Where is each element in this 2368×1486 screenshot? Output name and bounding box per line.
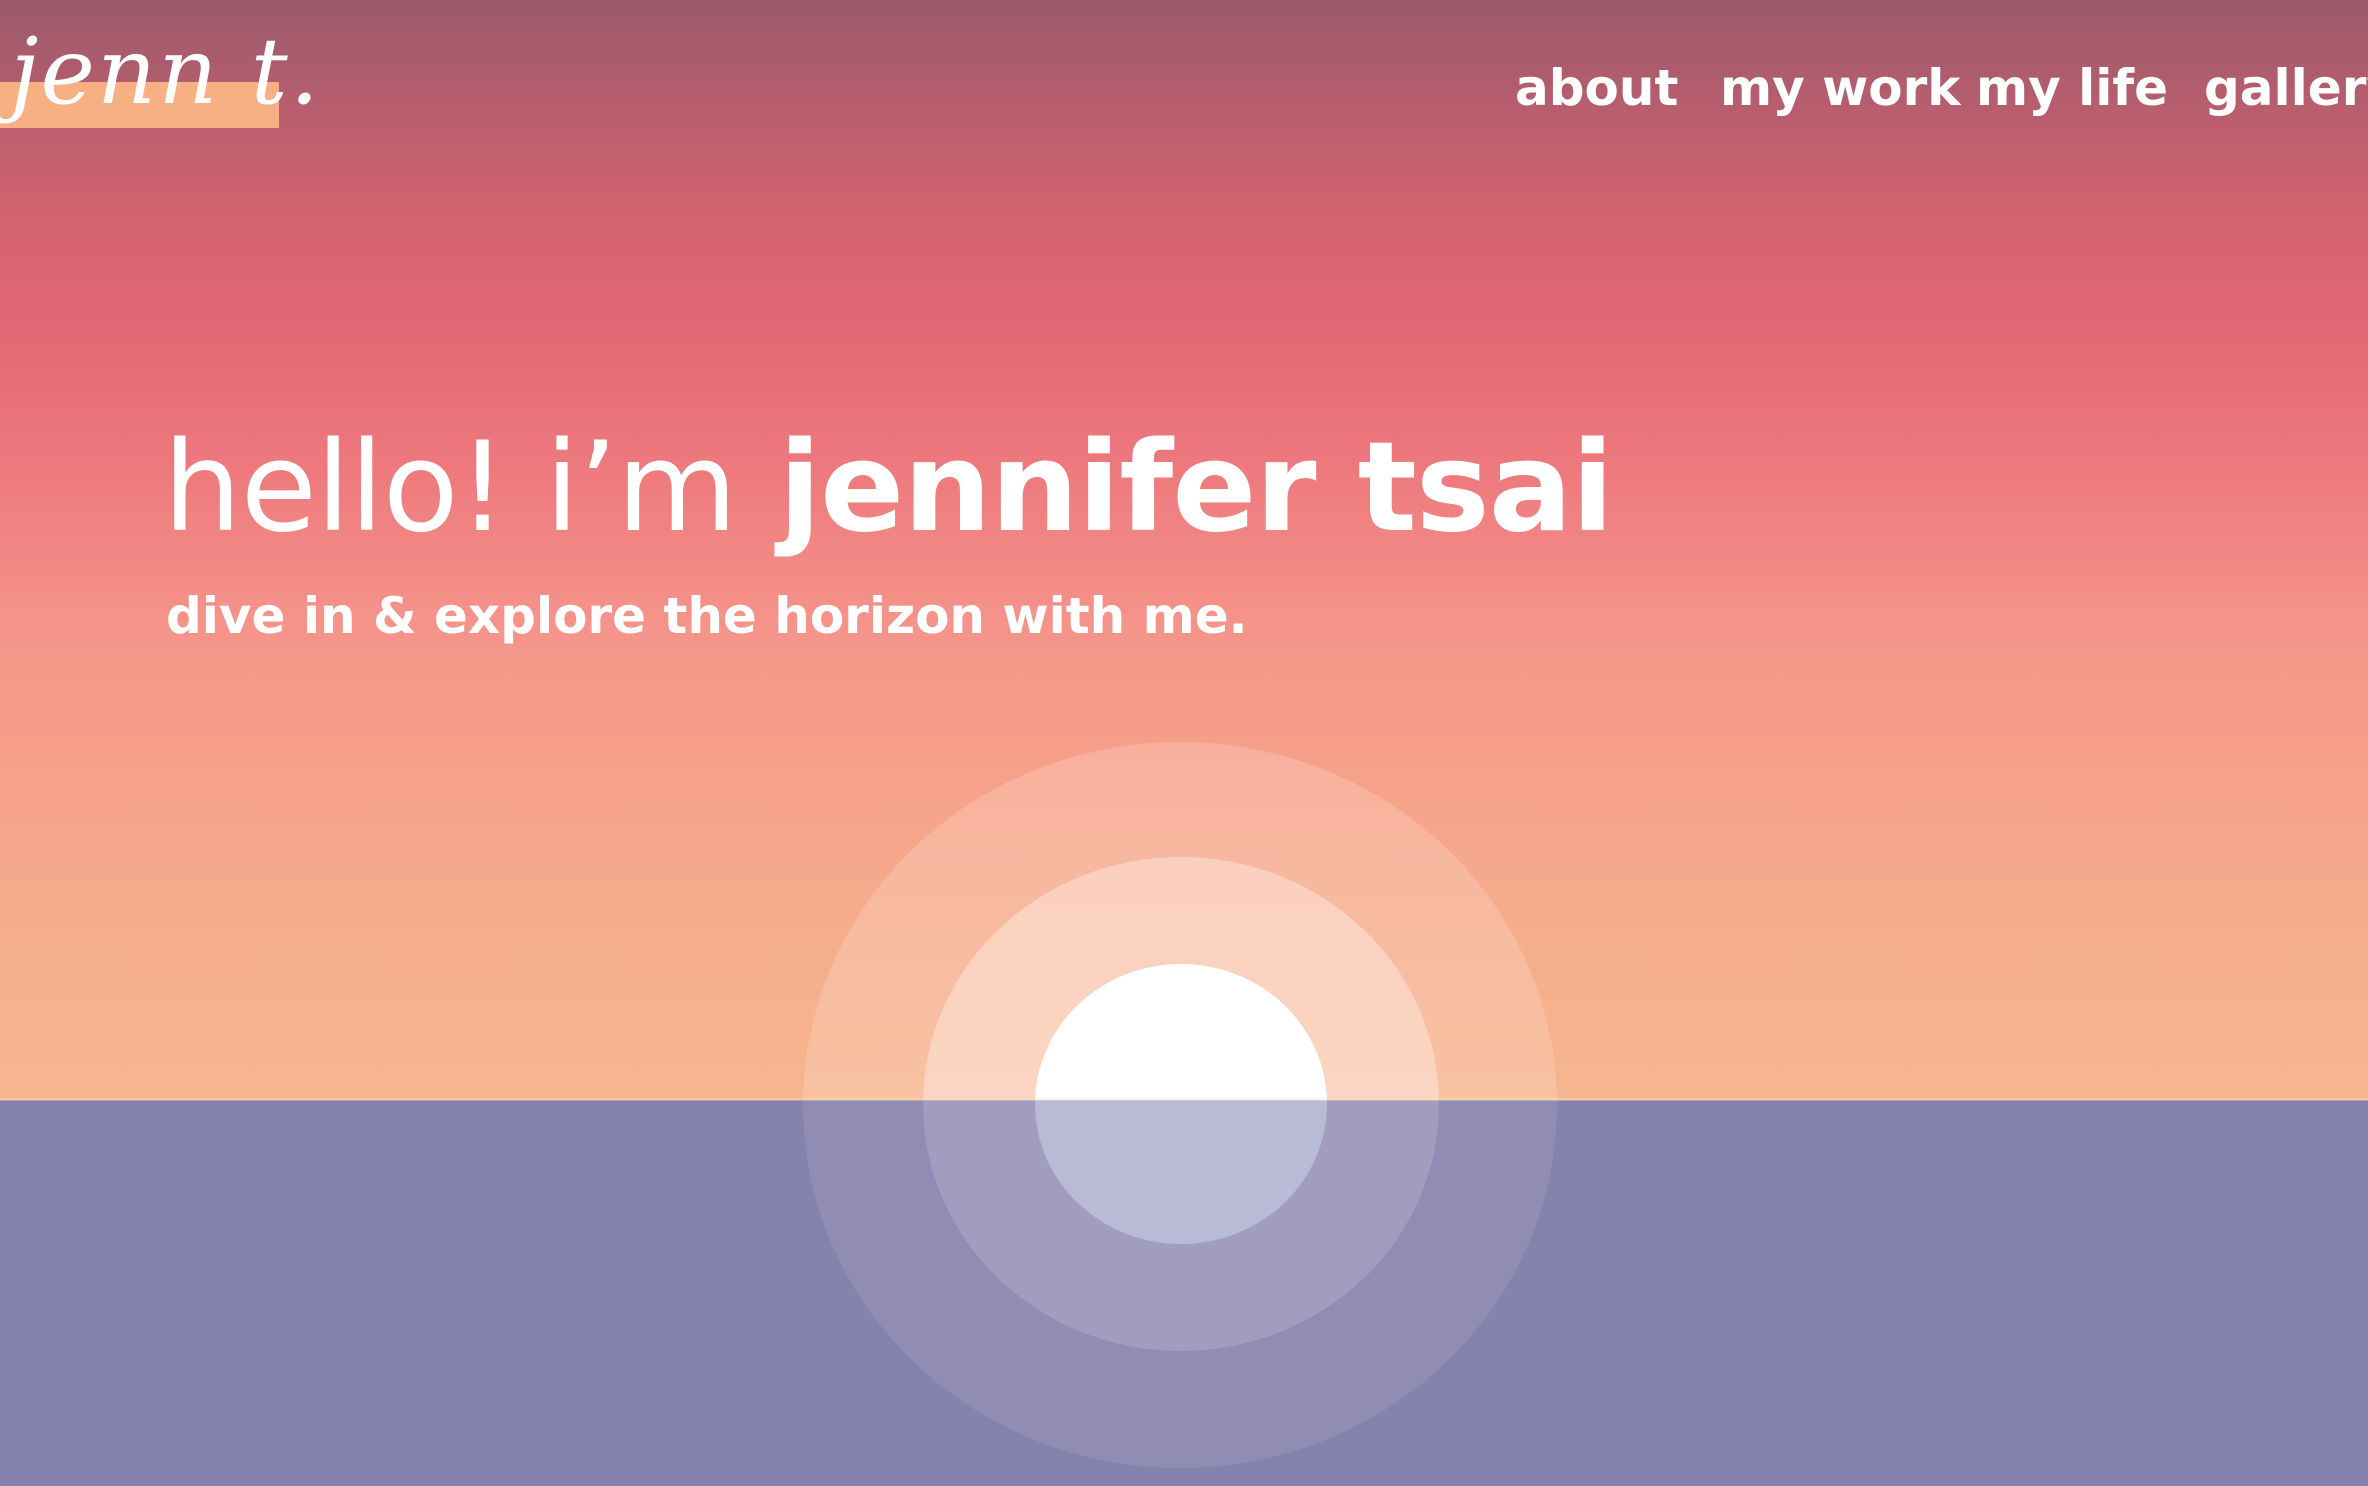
water-reflection-overlay: [0, 1100, 2368, 1486]
nav-my-work[interactable]: my work: [1720, 58, 1961, 118]
hero-tagline: dive in & explore the horizon with me.: [166, 587, 1248, 645]
page: jenn t. about my work my life gallery he…: [0, 0, 2368, 1486]
hero-title: hello! i’m jennifer tsai: [163, 414, 1614, 563]
logo-text: jenn t.: [10, 18, 321, 125]
hero-greeting: hello! i’m: [163, 416, 737, 560]
horizon-line: [0, 1098, 2368, 1101]
nav-gallery[interactable]: gallery: [2204, 58, 2368, 118]
hero-name: jennifer tsai: [778, 416, 1614, 560]
site-logo[interactable]: jenn t.: [0, 26, 319, 156]
nav-about[interactable]: about: [1515, 58, 1678, 118]
nav-my-life[interactable]: my life: [1976, 58, 2168, 118]
